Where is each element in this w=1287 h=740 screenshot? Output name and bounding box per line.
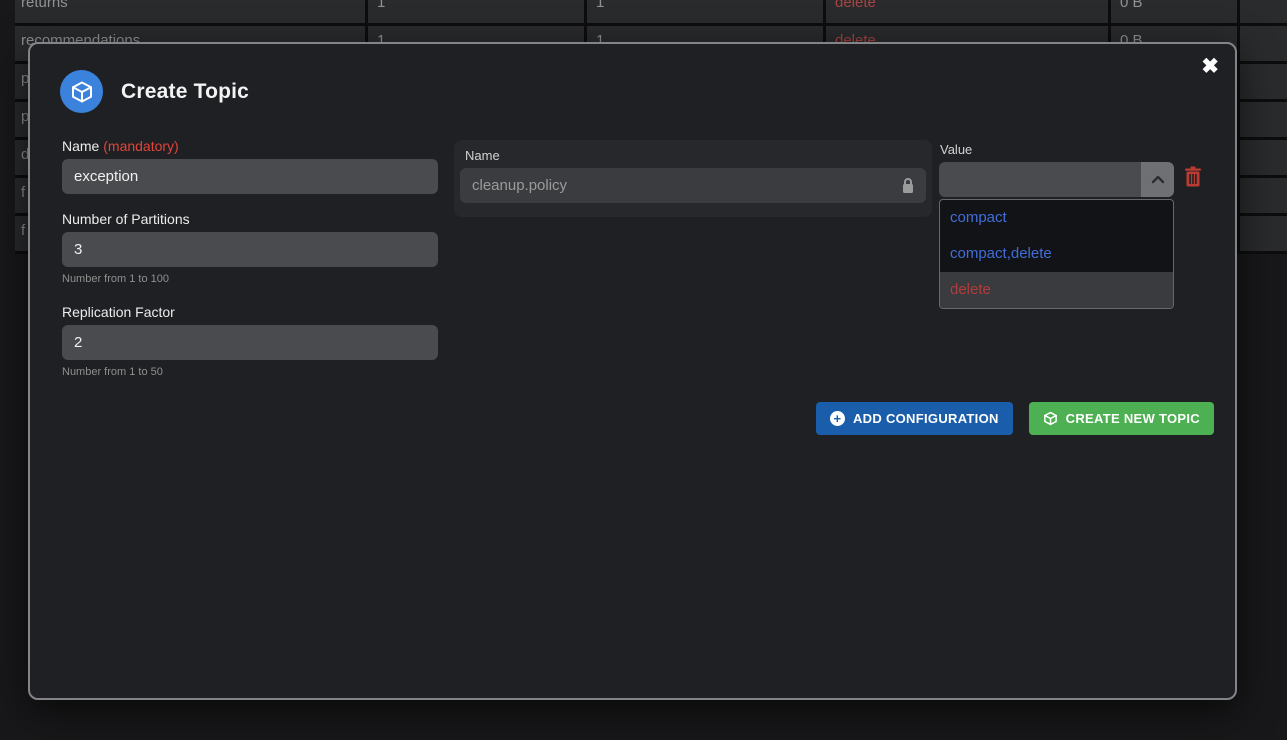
plus-circle-icon: + bbox=[830, 411, 845, 426]
config-name-wrap bbox=[460, 168, 926, 203]
config-name-label: Name bbox=[465, 148, 926, 163]
replication-input[interactable] bbox=[62, 325, 438, 360]
name-label-text: Name bbox=[62, 138, 99, 154]
extra-cell bbox=[1240, 178, 1287, 213]
partitions-label: Number of Partitions bbox=[62, 211, 438, 227]
option-compact-delete[interactable]: compact,delete bbox=[940, 236, 1173, 272]
replicas-cell: 1 bbox=[587, 0, 826, 23]
modal-title: Create Topic bbox=[121, 80, 249, 104]
topic-form: Name (mandatory) Number of Partitions Nu… bbox=[62, 138, 438, 378]
modal-header: Create Topic bbox=[60, 70, 249, 113]
create-new-topic-button[interactable]: CREATE NEW TOPIC bbox=[1029, 402, 1214, 435]
config-name-input[interactable] bbox=[460, 168, 926, 203]
lock-icon bbox=[901, 177, 915, 199]
modal-actions: + ADD CONFIGURATION CREATE NEW TOPIC bbox=[816, 402, 1214, 435]
extra-cell bbox=[1240, 0, 1287, 23]
partitions-helper-text: Number from 1 to 100 bbox=[62, 273, 438, 285]
close-icon[interactable]: ✖ bbox=[1201, 54, 1219, 79]
name-label: Name (mandatory) bbox=[62, 138, 438, 154]
size-cell: 0 B bbox=[1111, 0, 1240, 23]
partitions-input[interactable] bbox=[62, 232, 438, 267]
config-value-label: Value bbox=[940, 142, 1174, 157]
replication-label: Replication Factor bbox=[62, 304, 438, 320]
option-compact[interactable]: compact bbox=[940, 200, 1173, 236]
topic-name-input[interactable] bbox=[62, 159, 438, 194]
add-configuration-button[interactable]: + ADD CONFIGURATION bbox=[816, 402, 1013, 435]
create-new-topic-label: CREATE NEW TOPIC bbox=[1066, 411, 1200, 426]
cleanup-policy-cell: delete bbox=[826, 0, 1111, 23]
replication-helper-text: Number from 1 to 50 bbox=[62, 366, 438, 378]
extra-cell bbox=[1240, 64, 1287, 99]
partitions-cell: 1 bbox=[368, 0, 587, 23]
trash-icon[interactable] bbox=[1184, 166, 1202, 192]
table-row[interactable]: returns 1 1 delete 0 B bbox=[15, 0, 1287, 26]
extra-cell bbox=[1240, 102, 1287, 137]
page: returns 1 1 delete 0 B recommendations 1… bbox=[0, 0, 1287, 740]
extra-cell bbox=[1240, 216, 1287, 251]
configuration-panel: Name bbox=[454, 140, 932, 217]
chevron-up-icon[interactable] bbox=[1141, 162, 1174, 197]
add-configuration-label: ADD CONFIGURATION bbox=[853, 411, 999, 426]
option-delete[interactable]: delete bbox=[940, 272, 1173, 308]
cube-icon bbox=[1043, 411, 1058, 426]
create-topic-modal: ✖ Create Topic Name (mandatory) Number o… bbox=[28, 42, 1237, 700]
topic-cube-icon bbox=[60, 70, 103, 113]
topic-name-cell: returns bbox=[15, 0, 368, 23]
mandatory-label: (mandatory) bbox=[103, 138, 178, 154]
extra-cell bbox=[1240, 26, 1287, 61]
value-select[interactable] bbox=[939, 162, 1174, 197]
config-value-group: Value compact compact,delete delete bbox=[939, 140, 1174, 197]
extra-cell bbox=[1240, 140, 1287, 175]
value-select-current[interactable] bbox=[939, 162, 1141, 197]
value-options-dropdown: compact compact,delete delete bbox=[939, 199, 1174, 309]
